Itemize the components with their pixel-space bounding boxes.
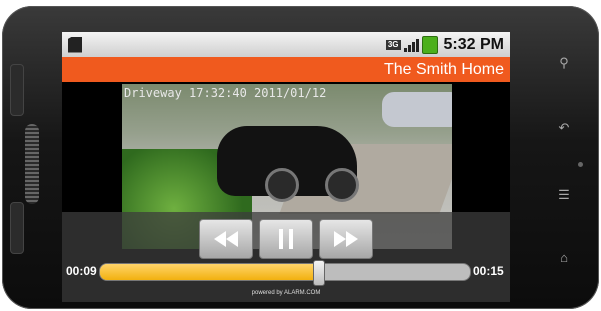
search-icon[interactable]: ⚲ xyxy=(557,56,571,70)
status-time: 5:32 PM xyxy=(443,35,504,53)
pause-button[interactable] xyxy=(259,219,313,259)
volume-up-button[interactable] xyxy=(10,64,24,116)
progress-fill xyxy=(100,264,319,280)
powered-by-label: powered by ALARM.COM xyxy=(251,290,321,296)
rewind-button[interactable] xyxy=(199,219,253,259)
battery-icon xyxy=(421,35,438,54)
player-controls: 00:09 00:15 powered by ALARM.COM xyxy=(62,212,510,302)
elapsed-time: 00:09 xyxy=(66,264,97,278)
phone-device: 3G 5:32 PM The Smith Home Driveway 17:32… xyxy=(2,6,599,309)
home-icon[interactable]: ⌂ xyxy=(557,251,571,265)
menu-icon[interactable]: ☰ xyxy=(557,188,571,202)
rewind-icon xyxy=(214,231,238,247)
volume-down-button[interactable] xyxy=(10,202,24,254)
fast-forward-button[interactable] xyxy=(319,219,373,259)
app-title: The Smith Home xyxy=(383,60,504,78)
car xyxy=(217,126,359,202)
back-icon[interactable]: ↶ xyxy=(557,121,571,135)
video-overlay-text: Driveway 17:32:40 2011/01/12 xyxy=(124,86,327,100)
parked-car xyxy=(382,92,452,127)
sd-card-icon xyxy=(68,36,82,53)
pause-icon xyxy=(279,229,293,249)
fast-forward-icon xyxy=(334,231,358,247)
progress-track[interactable] xyxy=(99,263,471,281)
duration-time: 00:15 xyxy=(473,264,504,278)
signal-icon xyxy=(403,38,419,52)
status-bar: 3G 5:32 PM xyxy=(62,32,510,57)
camera-sensor xyxy=(578,162,583,167)
speaker-grille xyxy=(25,124,39,204)
progress-thumb[interactable] xyxy=(313,260,326,286)
device-screen: 3G 5:32 PM The Smith Home Driveway 17:32… xyxy=(62,32,510,302)
app-title-bar: The Smith Home xyxy=(62,57,510,82)
network-indicator: 3G xyxy=(385,39,401,50)
